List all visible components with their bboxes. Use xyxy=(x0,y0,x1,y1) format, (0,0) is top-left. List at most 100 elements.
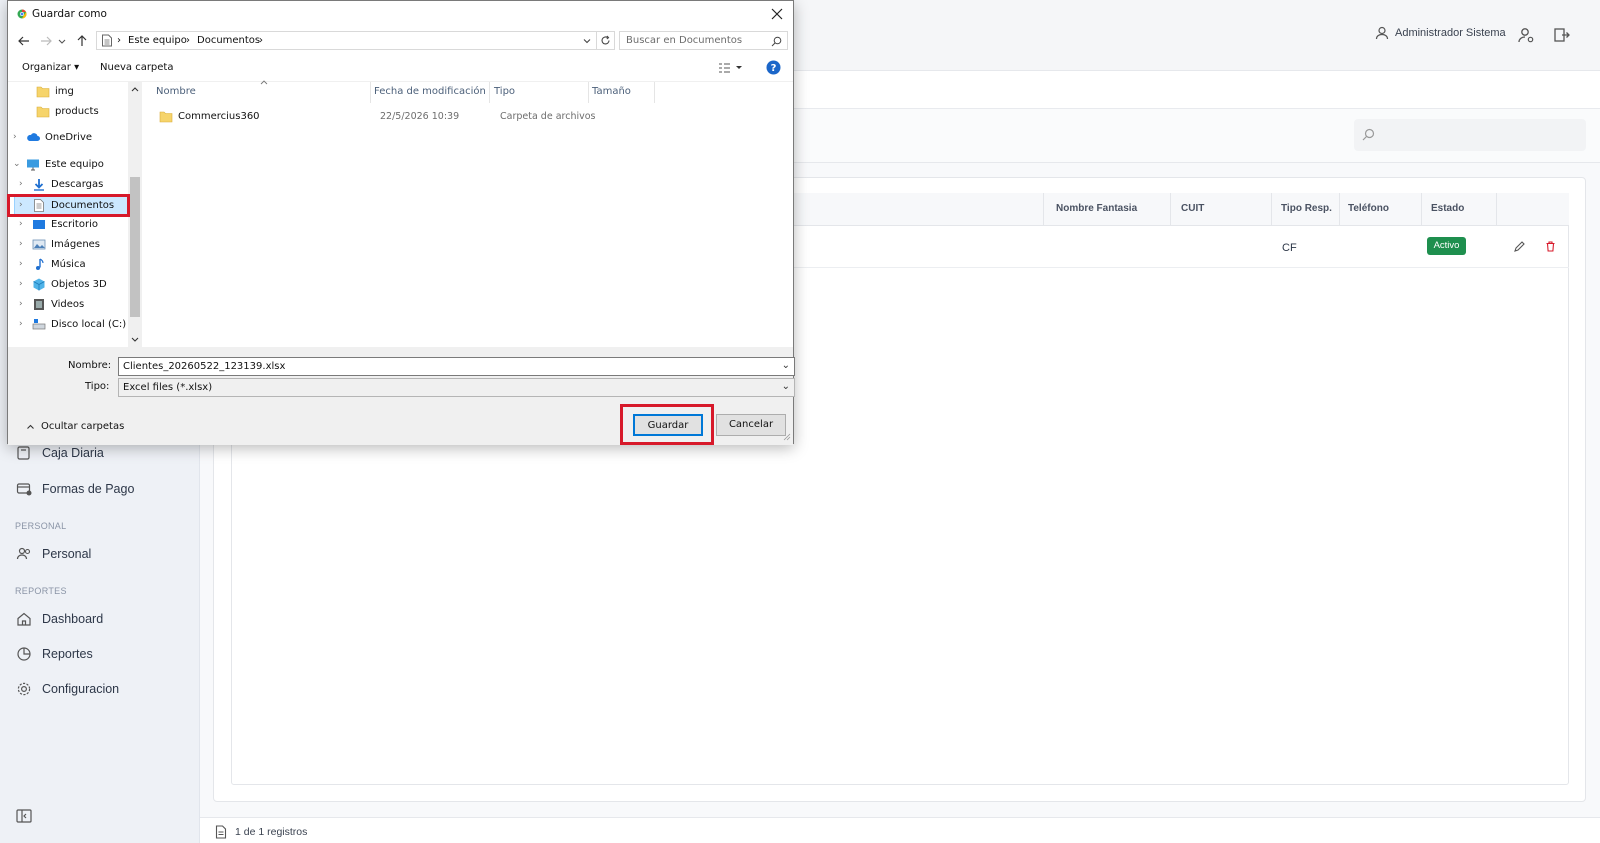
column-header-nombre-fantasia[interactable]: Nombre Fantasia xyxy=(1056,203,1137,214)
hide-folders-label: Ocultar carpetas xyxy=(41,421,125,432)
sidebar-item-dashboard[interactable]: Dashboard xyxy=(16,611,103,627)
column-header-tipo[interactable]: Tipo xyxy=(494,86,515,97)
nav-item-escritorio[interactable]: › Escritorio xyxy=(19,215,98,233)
breadcrumb-separator: › xyxy=(259,35,263,46)
expand-chevron-icon[interactable]: › xyxy=(19,319,27,329)
nav-item-videos[interactable]: › Videos xyxy=(19,295,84,313)
user-settings-icon[interactable] xyxy=(1517,26,1535,44)
column-separator xyxy=(1043,193,1044,226)
reports-icon xyxy=(17,647,31,661)
organize-label: Organizar xyxy=(22,62,71,73)
help-icon[interactable]: ? xyxy=(766,60,781,75)
table-search-input[interactable] xyxy=(1354,119,1586,151)
edit-icon[interactable] xyxy=(1513,240,1526,253)
dialog-titlebar[interactable]: Guardar como xyxy=(8,1,793,27)
address-bar[interactable]: › Este equipo › Documentos › xyxy=(96,31,597,50)
nav-item-products[interactable]: products xyxy=(36,102,99,120)
sidebar-item-formas-de-pago[interactable]: Formas de Pago xyxy=(16,481,134,497)
scroll-down-icon[interactable] xyxy=(130,336,140,344)
highlight-box-documentos xyxy=(7,194,130,217)
nav-item-imagenes[interactable]: › Imágenes xyxy=(19,235,100,253)
column-header-fecha[interactable]: Fecha de modificación xyxy=(374,86,486,97)
expand-chevron-icon[interactable]: › xyxy=(13,132,21,142)
video-icon xyxy=(34,298,44,310)
expand-chevron-icon[interactable]: › xyxy=(19,239,27,249)
chevron-down-icon[interactable]: ⌄ xyxy=(782,360,790,371)
scroll-up-icon[interactable] xyxy=(130,85,140,93)
sidebar-item-label: Personal xyxy=(42,547,92,561)
sidebar-item-label: Formas de Pago xyxy=(42,482,135,496)
folder-icon xyxy=(159,111,173,122)
breadcrumb-separator: › xyxy=(117,35,121,46)
close-icon[interactable] xyxy=(767,4,787,24)
recent-locations-chevron-icon[interactable] xyxy=(56,33,68,49)
sidebar-item-label: Reportes xyxy=(42,647,93,661)
column-header-cuit[interactable]: CUIT xyxy=(1181,203,1204,214)
nav-item-disco-local[interactable]: › Disco local (C:) xyxy=(19,315,126,333)
new-folder-button[interactable]: Nueva carpeta xyxy=(100,62,173,73)
scrollbar-thumb[interactable] xyxy=(130,177,140,317)
nav-scrollbar[interactable] xyxy=(128,82,142,347)
nav-item-img[interactable]: img xyxy=(36,82,74,100)
delete-icon[interactable] xyxy=(1544,240,1557,253)
document-icon xyxy=(215,825,227,839)
nav-item-este-equipo[interactable]: ⌄ Este equipo xyxy=(13,155,104,173)
filetype-select[interactable]: Excel files (*.xlsx) ⌄ xyxy=(118,378,795,397)
column-separator xyxy=(1339,193,1340,226)
column-separator xyxy=(588,82,589,103)
sidebar-item-personal[interactable]: Personal xyxy=(16,546,91,562)
column-header-estado[interactable]: Estado xyxy=(1431,203,1464,214)
column-header-tipo-resp[interactable]: Tipo Resp. xyxy=(1281,203,1332,214)
computer-icon xyxy=(27,159,39,170)
column-header-telefono[interactable]: Teléfono xyxy=(1348,203,1389,214)
user-menu[interactable]: Administrador Sistema xyxy=(1375,26,1506,40)
dialog-search-input[interactable]: Buscar en Documentos xyxy=(619,31,788,50)
expand-chevron-icon[interactable]: › xyxy=(19,259,27,269)
file-modified: 22/5/2026 10:39 xyxy=(380,110,460,122)
nav-item-descargas[interactable]: › Descargas xyxy=(19,175,103,193)
organize-button[interactable]: Organizar ▾ xyxy=(22,62,79,73)
music-icon xyxy=(36,257,44,270)
cloud-icon xyxy=(27,132,40,141)
expand-chevron-icon[interactable]: › xyxy=(19,219,27,229)
hide-folders-toggle[interactable]: Ocultar carpetas xyxy=(26,421,124,432)
sidebar-item-caja-diaria[interactable]: Caja Diaria xyxy=(16,445,104,461)
expand-chevron-icon[interactable]: › xyxy=(19,279,27,289)
expand-chevron-icon[interactable]: › xyxy=(19,299,27,309)
file-row[interactable]: Commercius360 22/5/2026 10:39 Carpeta de… xyxy=(151,106,595,126)
column-header-tamano[interactable]: Tamaño xyxy=(592,86,631,97)
filename-input[interactable]: Clientes_20260522_123139.xlsx ⌄ xyxy=(118,357,795,376)
nav-item-label: Imágenes xyxy=(51,238,101,250)
svg-text:?: ? xyxy=(771,63,777,74)
chevron-down-icon[interactable] xyxy=(582,36,592,46)
sidebar-item-label: Caja Diaria xyxy=(42,446,104,460)
nav-item-onedrive[interactable]: › OneDrive xyxy=(13,128,92,146)
sidebar-item-configuracion[interactable]: Configuracion xyxy=(16,681,119,697)
breadcrumb-item[interactable]: Este equipo xyxy=(128,35,187,46)
collapse-sidebar-icon[interactable] xyxy=(16,809,32,823)
nav-item-musica[interactable]: › Música xyxy=(19,255,86,273)
sidebar-item-reportes[interactable]: Reportes xyxy=(16,646,93,662)
desktop-icon xyxy=(33,219,45,229)
forward-arrow-icon[interactable] xyxy=(38,33,54,49)
refresh-button[interactable] xyxy=(597,31,615,50)
expand-chevron-icon[interactable]: › xyxy=(19,179,27,189)
user-name: Administrador Sistema xyxy=(1395,27,1506,39)
back-arrow-icon[interactable] xyxy=(16,33,32,49)
column-header-nombre[interactable]: Nombre xyxy=(156,86,196,97)
breadcrumb-item[interactable]: Documentos xyxy=(197,35,260,46)
up-arrow-icon[interactable] xyxy=(74,33,90,49)
pictures-icon xyxy=(32,239,46,249)
search-icon xyxy=(771,36,782,47)
nav-item-objetos-3d[interactable]: › Objetos 3D xyxy=(19,275,107,293)
cancel-button[interactable]: Cancelar xyxy=(716,414,786,436)
column-separator xyxy=(654,82,655,103)
sidebar-item-label: Configuracion xyxy=(42,682,120,696)
logout-icon[interactable] xyxy=(1553,26,1571,44)
collapse-chevron-icon[interactable]: ⌄ xyxy=(13,159,21,169)
view-options-icon[interactable] xyxy=(717,61,745,75)
chevron-down-icon[interactable]: ⌄ xyxy=(782,381,790,392)
resize-grip-icon[interactable] xyxy=(783,433,791,441)
search-icon xyxy=(1362,128,1375,141)
document-icon xyxy=(102,34,112,47)
